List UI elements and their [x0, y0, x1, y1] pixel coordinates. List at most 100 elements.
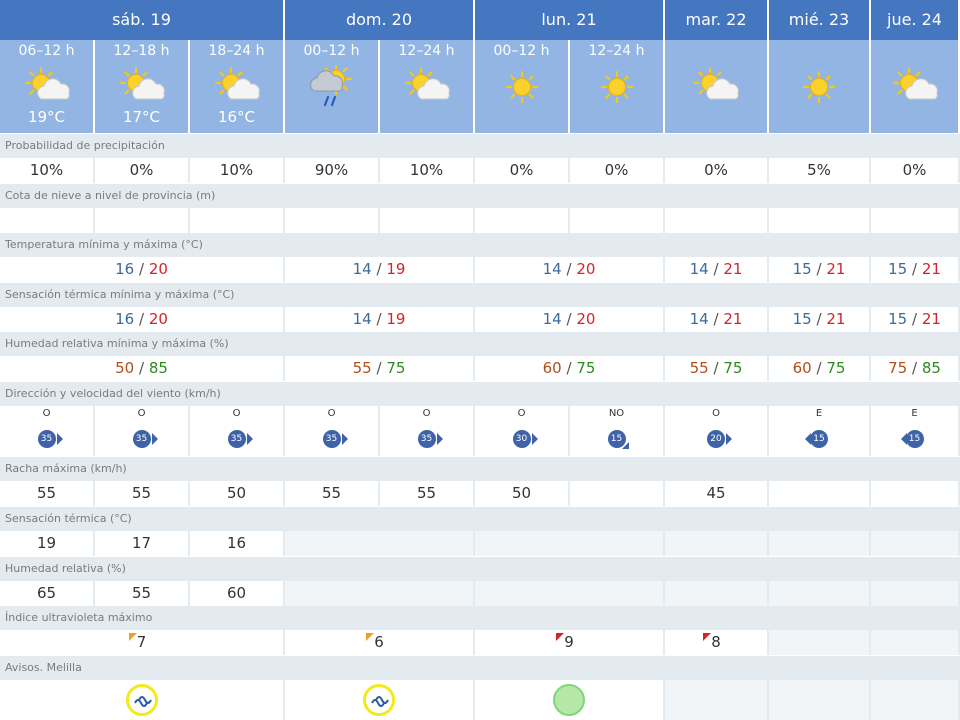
day-header[interactable]: sáb. 19 — [0, 0, 285, 40]
warning-cell — [0, 680, 285, 720]
snow-level-cell — [769, 208, 871, 233]
max-value: 85 — [921, 359, 941, 377]
wind-speed-badge: 15 — [810, 430, 828, 448]
wind-cell: O 30 — [475, 406, 570, 456]
uv-value: 8 — [711, 633, 721, 651]
arrow-left-icon — [900, 433, 907, 445]
humidity-value: 60 — [190, 581, 285, 606]
feels-empty-cell — [665, 531, 769, 556]
min-value: 15 — [792, 310, 812, 328]
period-temperature: 17°C — [122, 108, 161, 126]
max-value: 21 — [826, 310, 846, 328]
arrow-right-icon — [56, 433, 63, 445]
max-value: 21 — [723, 260, 743, 278]
arrow-right-icon — [341, 433, 348, 445]
warning-badge[interactable] — [125, 684, 158, 716]
warning-badge[interactable] — [553, 684, 585, 716]
max-value: 21 — [826, 260, 846, 278]
wind-speed-badge: 35 — [37, 430, 56, 448]
snow-level-cell — [570, 208, 665, 233]
day-header[interactable]: lun. 21 — [475, 0, 665, 40]
min-value: 15 — [888, 260, 908, 278]
min-value: 55 — [689, 359, 709, 377]
sun-icon — [589, 65, 645, 109]
max-value: 20 — [576, 260, 596, 278]
arrow-down-right-icon — [621, 442, 629, 449]
uv-flag-icon — [703, 633, 711, 641]
warning-cell — [769, 680, 871, 720]
min-value: 14 — [689, 260, 709, 278]
warning-badge[interactable] — [363, 684, 395, 716]
snow-level-cell — [285, 208, 380, 233]
uv-cell — [769, 630, 871, 655]
wind-cell: O 20 — [665, 406, 769, 456]
day-header[interactable]: jue. 24 — [871, 0, 960, 40]
gust-value: 55 — [285, 481, 380, 506]
section-feels: Sensación térmica (°C) — [0, 507, 960, 531]
precip-value: 5% — [769, 158, 871, 183]
section-wind: Dirección y velocidad del viento (km/h) — [0, 382, 960, 406]
snow-level-cell — [475, 208, 570, 233]
humidity_minmax-value: 55 / 75 — [285, 356, 475, 381]
warning-cell — [285, 680, 475, 720]
wind-direction: E — [815, 408, 823, 419]
wind-direction: O — [422, 408, 431, 419]
day-header[interactable]: dom. 20 — [285, 0, 475, 40]
wind-direction: E — [911, 408, 918, 419]
period-temperature: 16°C — [217, 108, 256, 126]
feels-empty-cell — [285, 531, 475, 556]
wind-speed-badge: 15 — [905, 430, 924, 448]
period-header: 12–24 h — [570, 40, 665, 133]
temp_minmax-value: 14 / 20 — [475, 257, 665, 282]
min-value: 15 — [888, 310, 908, 328]
uv-value: 9 — [564, 633, 574, 651]
gust-value: 55 — [380, 481, 475, 506]
min-value: 16 — [115, 310, 135, 328]
humidity_minmax-value: 60 / 75 — [769, 356, 871, 381]
min-value: 60 — [542, 359, 562, 377]
gust-value: 55 — [0, 481, 95, 506]
feels-empty-cell — [769, 531, 871, 556]
wind-direction: O — [712, 408, 720, 419]
wind-speed-badge: 35 — [227, 430, 246, 448]
min-value: 14 — [352, 310, 372, 328]
max-value: 21 — [921, 310, 941, 328]
humidity-value: 65 — [0, 581, 95, 606]
precip-value: 0% — [475, 158, 570, 183]
uv-cell: 6 — [285, 630, 475, 655]
wind-direction: O — [232, 408, 241, 419]
precip-value: 0% — [95, 158, 190, 183]
wind-speed-badge: 35 — [417, 430, 436, 448]
precip-value: 10% — [0, 158, 95, 183]
period-temperature: 19°C — [27, 108, 66, 126]
period-header — [665, 40, 769, 133]
period-label: 12–24 h — [588, 43, 645, 59]
temp_minmax-value: 14 / 21 — [665, 257, 769, 282]
min-value: 60 — [792, 359, 812, 377]
wind-cell: E 15 — [871, 406, 960, 456]
max-value: 20 — [148, 310, 168, 328]
feels-value: 16 — [190, 531, 285, 556]
feels_minmax-value: 15 / 21 — [871, 307, 960, 332]
day-header[interactable]: mar. 22 — [665, 0, 769, 40]
gust-value — [769, 481, 871, 506]
humidity-empty-cell — [285, 581, 475, 606]
uv-flag-icon — [366, 633, 374, 641]
sun-behind-cloud-icon — [887, 65, 943, 109]
arrow-right-icon — [531, 433, 538, 445]
day-header[interactable]: mié. 23 — [769, 0, 871, 40]
wind-speed-badge: 35 — [132, 430, 151, 448]
period-header: 00–12 h — [285, 40, 380, 133]
wind-speed-badge: 20 — [707, 430, 725, 448]
separator: / — [713, 260, 719, 278]
min-value: 50 — [115, 359, 135, 377]
arrow-right-icon — [726, 433, 732, 445]
separator: / — [138, 310, 145, 328]
max-value: 75 — [386, 359, 406, 377]
snow-level-cell — [665, 208, 769, 233]
period-label: 06–12 h — [18, 43, 75, 59]
separator: / — [816, 310, 822, 328]
min-value: 75 — [888, 359, 908, 377]
humidity_minmax-value: 50 / 85 — [0, 356, 285, 381]
gust-value: 55 — [95, 481, 190, 506]
